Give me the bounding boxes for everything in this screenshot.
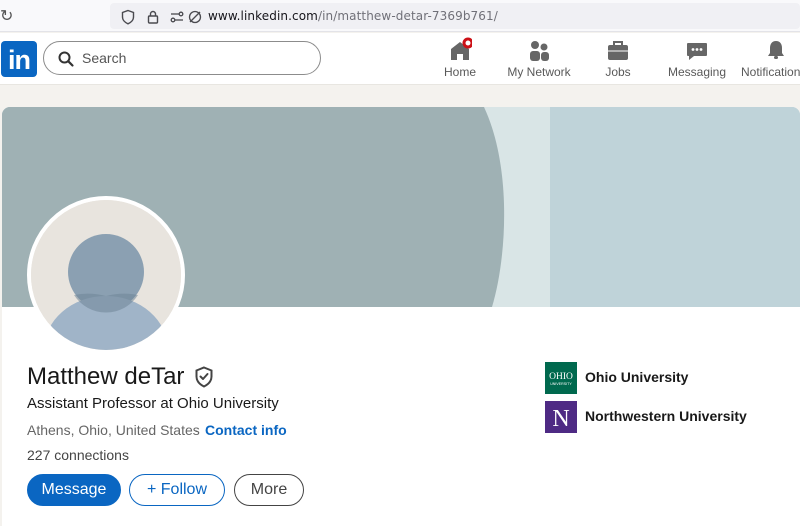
profile-photo[interactable] xyxy=(27,196,185,354)
browser-toolbar: ↻ www.linkedin.com/in/matthew-detar-7369… xyxy=(0,0,800,32)
education-name-ohio: Ohio University xyxy=(585,369,689,385)
verified-shield-icon[interactable] xyxy=(194,366,214,388)
url-path: /in/matthew-detar-7369b761/ xyxy=(317,9,498,23)
nav-item-my-network[interactable]: My Network xyxy=(503,37,575,81)
linkedin-logo[interactable]: in xyxy=(1,41,37,77)
nav-item-notifications[interactable]: Notifications xyxy=(741,37,800,81)
briefcase-icon xyxy=(608,41,628,60)
global-nav: in Home My Network Jobs xyxy=(0,33,800,85)
education-name-northwestern: Northwestern University xyxy=(585,408,747,424)
profile-location: Athens, Ohio, United States xyxy=(27,422,200,438)
network-icon xyxy=(530,41,549,61)
profile-headline: Assistant Professor at Ohio University xyxy=(27,395,279,412)
nav-item-home[interactable]: Home xyxy=(440,37,480,81)
chat-icon xyxy=(687,43,707,60)
url-text[interactable]: www.linkedin.com/in/matthew-detar-7369b7… xyxy=(208,9,498,23)
bell-icon xyxy=(768,41,784,59)
lock-icon[interactable] xyxy=(145,9,161,25)
permissions-icon[interactable] xyxy=(169,9,185,25)
search-icon xyxy=(58,51,74,67)
contact-info-link[interactable]: Contact info xyxy=(205,422,287,438)
northwestern-logo: N xyxy=(545,401,577,433)
default-avatar-icon xyxy=(31,200,181,350)
follow-button[interactable]: + Follow xyxy=(129,474,225,506)
nav-label-my-network: My Network xyxy=(507,65,571,79)
search-bar[interactable] xyxy=(43,41,321,75)
more-button[interactable]: More xyxy=(234,474,304,506)
nav-label-messaging: Messaging xyxy=(667,65,727,79)
home-icon xyxy=(451,37,472,60)
profile-card: Matthew deTar Assistant Professor at Ohi… xyxy=(2,107,800,526)
nav-label-home: Home xyxy=(443,65,476,79)
ohio-logo-text: OHIO xyxy=(549,372,573,382)
shield-icon[interactable] xyxy=(120,9,136,25)
northwestern-logo-letter: N xyxy=(552,406,569,432)
ohio-logo-subtext: UNIVERSITY xyxy=(550,382,572,386)
connections-count[interactable]: 227 connections xyxy=(27,447,129,463)
address-bar[interactable]: www.linkedin.com/in/matthew-detar-7369b7… xyxy=(110,3,800,29)
nav-item-jobs[interactable]: Jobs xyxy=(598,37,638,81)
location-separator: · xyxy=(194,422,199,438)
nav-label-notifications: Notifications xyxy=(741,65,800,79)
message-button[interactable]: Message xyxy=(27,474,121,506)
tracking-blocked-icon[interactable] xyxy=(187,9,203,25)
ohio-university-logo: OHIO UNIVERSITY xyxy=(545,362,577,394)
reload-icon[interactable]: ↻ xyxy=(0,6,14,25)
nav-item-messaging[interactable]: Messaging xyxy=(664,37,730,81)
nav-label-jobs: Jobs xyxy=(605,65,631,79)
url-domain: www.linkedin.com xyxy=(208,9,318,23)
search-input[interactable] xyxy=(82,48,302,68)
profile-name: Matthew deTar xyxy=(27,363,185,390)
